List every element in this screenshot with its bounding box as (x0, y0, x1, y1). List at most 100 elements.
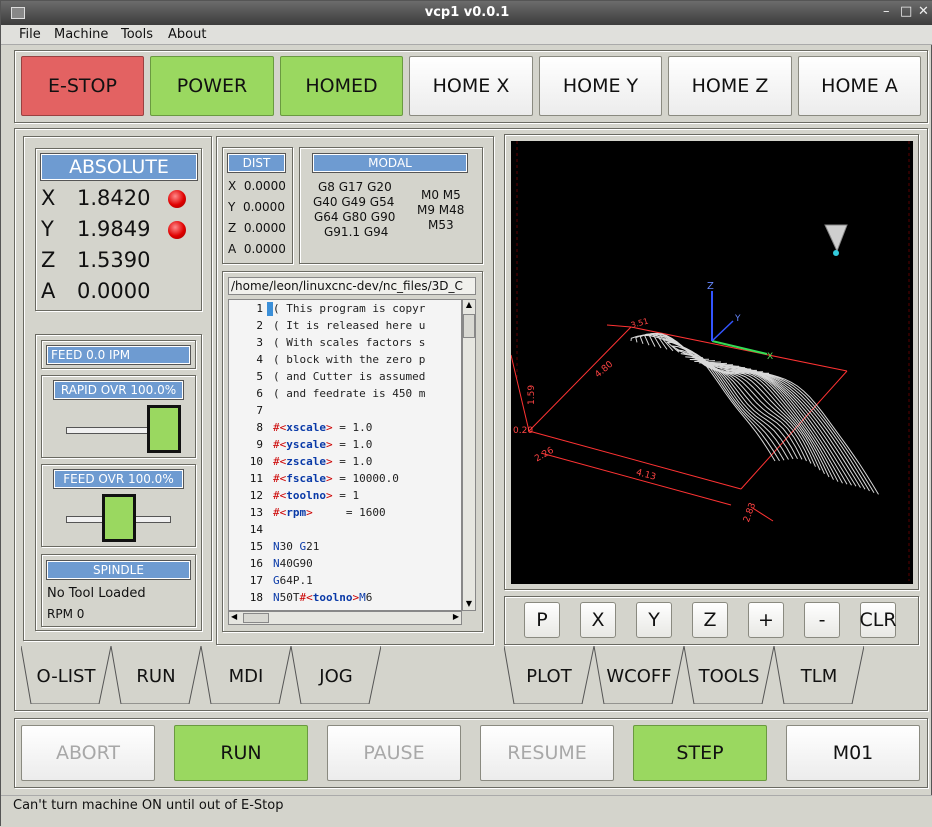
code-line: #<yscale> = 1.0 (273, 438, 373, 451)
tab-run[interactable]: RUN (111, 646, 201, 704)
scroll-down-icon[interactable]: ▼ (464, 599, 474, 609)
feed-override-handle[interactable] (101, 494, 136, 542)
code-line: ( With scales factors s (273, 336, 426, 349)
plot-x-button[interactable]: X (580, 602, 616, 638)
home-a-button[interactable]: HOME A (798, 56, 921, 116)
z-axis-label: Z (707, 281, 714, 292)
line-number: 7 (256, 404, 263, 417)
spindle-title: SPINDLE (46, 560, 191, 580)
zoom-out-button[interactable]: - (804, 602, 840, 638)
surface-contours (630, 332, 879, 495)
line-number: 10 (249, 455, 263, 468)
power-button[interactable]: POWER (150, 56, 274, 116)
tab-mdi[interactable]: MDI (201, 646, 291, 704)
title-bar: vcp1 v0.0.1 – □ ✕ (1, 1, 932, 25)
line-number: 12 (249, 489, 263, 502)
dim-label: 2.83 (742, 501, 758, 523)
home-x-button[interactable]: HOME X (409, 56, 533, 116)
modal-g-line: G40 G49 G54 (313, 195, 395, 209)
spindle-rpm: RPM 0 (47, 607, 85, 621)
resume-button[interactable]: RESUME (480, 725, 614, 781)
dist-row-a: A 0.0000 (228, 242, 286, 256)
scroll-right-icon[interactable]: ▶ (453, 612, 459, 621)
scroll-up-icon[interactable]: ▲ (464, 300, 474, 310)
line-number: 9 (256, 438, 263, 451)
menu-file[interactable]: File (19, 27, 41, 42)
abort-button[interactable]: ABORT (21, 725, 155, 781)
menu-about[interactable]: About (168, 27, 206, 42)
x-axis-label: X (767, 352, 773, 362)
pause-button[interactable]: PAUSE (327, 725, 461, 781)
menu-tools[interactable]: Tools (121, 27, 153, 42)
gcode-viewer[interactable]: 1 ( This program is copyr 2 ( It is release… (228, 299, 462, 611)
plot-y-button[interactable]: Y (636, 602, 672, 638)
dro-axis-value: 1.9849 (77, 217, 151, 241)
maximize-icon[interactable]: □ (900, 4, 912, 19)
line-number: 8 (256, 421, 263, 434)
line-number: 13 (249, 506, 263, 519)
line-number: 5 (256, 370, 263, 383)
modal-g-line: G91.1 G94 (324, 225, 389, 239)
estop-button[interactable]: E-STOP (21, 56, 144, 116)
dro-axis-label: Y (41, 217, 54, 241)
tab-label: WCOFF (606, 666, 672, 687)
code-line: #<fscale> = 10000.0 (273, 472, 399, 485)
line-number: 1 (256, 302, 263, 315)
dro-axis-value: 0.0000 (77, 279, 151, 303)
gcode-vertical-scrollbar[interactable]: ▲ ▼ (462, 299, 476, 611)
step-button[interactable]: STEP (633, 725, 767, 781)
scroll-thumb[interactable] (463, 314, 475, 338)
tab-o-list[interactable]: O-LIST (21, 646, 111, 704)
modal-g-line: G64 G80 G90 (314, 210, 396, 224)
line-number: 11 (249, 472, 263, 485)
scroll-left-icon[interactable]: ◀ (231, 612, 237, 621)
toolpath-plot[interactable]: Z Y X 0.20 1.59 2.26 4.13 2.83 4.80 3.51 (510, 141, 913, 584)
home-y-button[interactable]: HOME Y (539, 56, 662, 116)
toolpath-canvas: Z Y X 0.20 1.59 2.26 4.13 2.83 4.80 3.51 (510, 141, 910, 581)
m01-button[interactable]: M01 (786, 725, 920, 781)
minimize-icon[interactable]: – (883, 4, 890, 19)
modal-g-line: G8 G17 G20 (318, 180, 392, 194)
feed-override-label: FEED OVR 100.0% (53, 469, 184, 489)
tab-label: O-LIST (36, 666, 96, 687)
gcode-horizontal-scrollbar[interactable]: ◀ ▶ (228, 611, 462, 625)
tab-plot[interactable]: PLOT (504, 646, 594, 704)
scroll-thumb[interactable] (243, 613, 269, 623)
line-number: 16 (249, 557, 263, 570)
tab-label: MDI (228, 666, 264, 687)
homed-button[interactable]: HOMED (280, 56, 403, 116)
code-line: ( This program is copyr (273, 302, 426, 315)
dro-axis-value: 1.8420 (77, 186, 151, 210)
dro-row-a: A 0.0000 (41, 279, 201, 309)
run-button[interactable]: RUN (174, 725, 308, 781)
code-line: ( and Cutter is assumed (273, 370, 426, 383)
zoom-in-button[interactable]: + (748, 602, 784, 638)
modal-m-line: M53 (428, 218, 454, 232)
rapid-override-slider[interactable] (66, 405, 181, 455)
feed-override-slider[interactable] (66, 494, 171, 544)
tab-label: RUN (136, 666, 176, 687)
tab-tools[interactable]: TOOLS (684, 646, 774, 704)
close-icon[interactable]: ✕ (918, 4, 929, 19)
rapid-override-handle[interactable] (147, 405, 181, 453)
home-led-icon (168, 190, 186, 208)
file-path: /home/leon/linuxcnc-dev/nc_files/3D_C (228, 277, 476, 295)
line-number: 17 (249, 574, 263, 587)
tab-tlm[interactable]: TLM (774, 646, 864, 704)
menu-machine[interactable]: Machine (54, 27, 108, 42)
code-line: #<zscale> = 1.0 (273, 455, 373, 468)
code-line: N40G90 (273, 557, 313, 570)
plot-z-button[interactable]: Z (692, 602, 728, 638)
tab-label: TOOLS (698, 666, 760, 687)
clear-plot-button[interactable]: CLR (859, 602, 897, 638)
tab-wcoff[interactable]: WCOFF (594, 646, 684, 704)
dim-label: 4.13 (635, 468, 657, 483)
menu-bar: File Machine Tools About (1, 25, 932, 45)
status-message: Can't turn machine ON until out of E-Sto… (13, 798, 284, 813)
plot-p-button[interactable]: P (524, 602, 560, 638)
contour-line (630, 334, 776, 462)
code-line: #<toolno> = 1 (273, 489, 360, 502)
modal-title: MODAL (312, 153, 468, 173)
home-z-button[interactable]: HOME Z (668, 56, 792, 116)
tab-jog[interactable]: JOG (291, 646, 381, 704)
